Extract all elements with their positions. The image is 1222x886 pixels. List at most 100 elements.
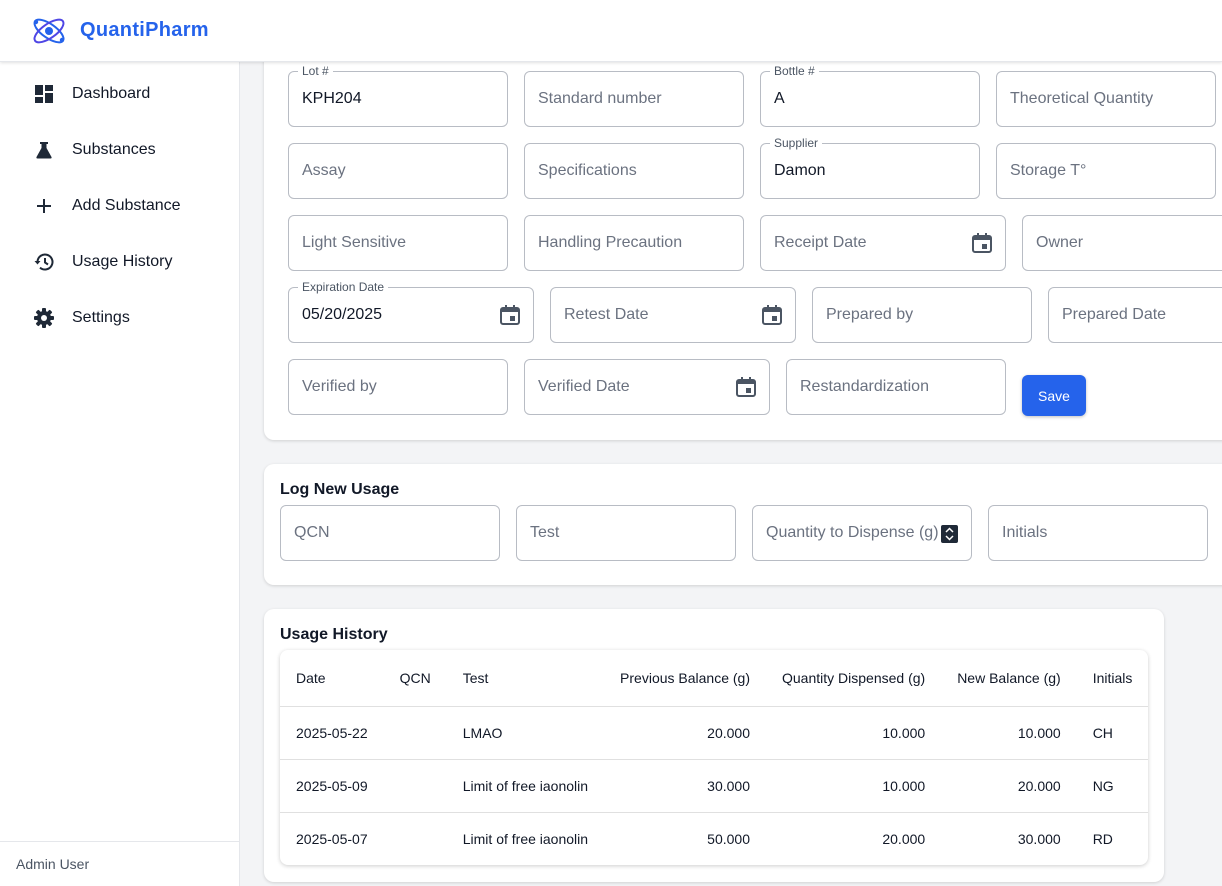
log-usage-title: Log New Usage [280, 481, 400, 498]
sidebar-item-substances[interactable]: Substances [0, 126, 239, 174]
field-placeholder: Prepared by [826, 306, 914, 323]
field-label: Supplier [770, 136, 823, 150]
table-row: 2025-05-22 LMAO 20.000 10.000 10.000 CH [280, 706, 1148, 760]
cell-new-balance: 10.000 [941, 706, 1077, 760]
current-user[interactable]: Admin User [0, 841, 239, 886]
standard-number-field[interactable]: Standard number [524, 71, 744, 127]
cell-quantity-dispensed: 20.000 [882, 830, 926, 847]
light-sensitive-field[interactable]: Light Sensitive [288, 215, 508, 271]
field-placeholder: Standard number [538, 90, 662, 107]
owner-field[interactable]: Owner [1022, 215, 1222, 271]
field-placeholder: Storage T° [1010, 162, 1087, 179]
number-stepper-icon[interactable] [941, 525, 958, 543]
app-name: QuantiPharm [80, 19, 209, 41]
sidebar-item-label: Dashboard [72, 85, 151, 102]
cell-date: 2025-05-09 [280, 759, 384, 813]
column-header-qcn[interactable]: QCN [383, 650, 447, 707]
table-row: 2025-05-09 Limit of free iaonolin 30.000… [280, 759, 1148, 813]
cell-initials: NG [1076, 759, 1148, 813]
cell-previous-balance: 20.000 [604, 706, 766, 760]
field-label: Lot # [298, 64, 333, 78]
cell-previous-balance: 30.000 [604, 759, 766, 813]
usage-history-title: Usage History [280, 626, 388, 643]
sidebar: Dashboard Substances Add Substance Usage… [0, 62, 240, 886]
field-placeholder: Restandardization [800, 378, 929, 395]
theoretical-quantity-field[interactable]: Theoretical Quantity [996, 71, 1216, 127]
sidebar-item-add-substance[interactable]: Add Substance [0, 182, 239, 230]
calendar-icon[interactable] [761, 304, 783, 326]
field-placeholder: Light Sensitive [302, 234, 407, 251]
field-value: 05/20/2025 [302, 306, 383, 323]
verified-date-field[interactable]: Verified Date [524, 359, 770, 415]
sidebar-item-label: Add Substance [72, 197, 181, 214]
cell-new-balance: 30.000 [1017, 830, 1061, 847]
field-placeholder: Test [530, 524, 560, 541]
field-label: Expiration Date [298, 280, 389, 294]
field-placeholder: Owner [1036, 234, 1084, 251]
prepared-by-field[interactable]: Prepared by [812, 287, 1032, 343]
table-header-row: Date QCN Test Previous Balance (g) Quant… [280, 650, 1148, 707]
flask-icon [32, 138, 56, 162]
cell-qcn [383, 706, 447, 760]
calendar-icon[interactable] [735, 376, 757, 398]
field-placeholder: Specifications [538, 162, 637, 179]
field-placeholder: Quantity to Dispense (g) [766, 524, 939, 541]
cell-date: 2025-05-22 [280, 706, 384, 760]
save-button[interactable]: Save [1022, 375, 1086, 416]
initials-input[interactable]: Initials [988, 505, 1208, 561]
cell-date: 2025-05-07 [296, 830, 368, 847]
field-value: Damon [774, 162, 826, 179]
receipt-date-field[interactable]: Receipt Date [760, 215, 1006, 271]
calendar-icon[interactable] [499, 304, 521, 326]
lot-number-field[interactable]: Lot # KPH204 [288, 64, 508, 127]
field-label: Bottle # [770, 64, 819, 78]
sidebar-item-label: Substances [72, 141, 156, 158]
specifications-field[interactable]: Specifications [524, 143, 744, 199]
cell-test: Limit of free iaonolin [462, 830, 589, 847]
field-placeholder: Verified by [302, 378, 377, 395]
field-placeholder: Assay [302, 162, 346, 179]
assay-field[interactable]: Assay [288, 143, 508, 199]
usage-history-table-container: Date QCN Test Previous Balance (g) Quant… [280, 650, 1148, 865]
sidebar-item-usage-history[interactable]: Usage History [0, 238, 239, 286]
field-placeholder: Prepared Date [1062, 306, 1167, 323]
test-input[interactable]: Test [516, 505, 736, 561]
expiration-date-field[interactable]: Expiration Date 05/20/2025 [288, 280, 534, 343]
verified-by-field[interactable]: Verified by [288, 359, 508, 415]
sidebar-item-label: Usage History [72, 253, 173, 270]
column-header-new-balance[interactable]: New Balance (g) [941, 650, 1077, 707]
top-bar: QuantiPharm [0, 0, 1222, 62]
column-header-test[interactable]: Test [446, 650, 605, 707]
cell-initials: CH [1076, 706, 1148, 760]
bottle-number-field[interactable]: Bottle # A [760, 64, 980, 127]
restandardization-field[interactable]: Restandardization [786, 359, 1006, 415]
field-value: KPH204 [302, 90, 362, 107]
field-placeholder: Handling Precaution [538, 234, 683, 251]
retest-date-field[interactable]: Retest Date [550, 287, 796, 343]
field-value: A [774, 90, 785, 107]
quantity-to-dispense-input[interactable]: Quantity to Dispense (g) [752, 505, 972, 561]
supplier-field[interactable]: Supplier Damon [760, 136, 980, 199]
column-header-initials[interactable]: Initials [1076, 650, 1148, 707]
usage-history-table: Date QCN Test Previous Balance (g) Quant… [280, 650, 1148, 865]
sidebar-item-settings[interactable]: Settings [0, 294, 239, 342]
prepared-date-field[interactable]: Prepared Date [1048, 287, 1222, 343]
qcn-input[interactable]: QCN [280, 505, 500, 561]
column-header-previous-balance[interactable]: Previous Balance (g) [604, 650, 766, 707]
handling-precaution-field[interactable]: Handling Precaution [524, 215, 744, 271]
field-placeholder: Initials [1002, 524, 1048, 541]
storage-temperature-field[interactable]: Storage T° [996, 143, 1216, 199]
sidebar-item-dashboard[interactable]: Dashboard [0, 70, 239, 118]
column-header-quantity-dispensed[interactable]: Quantity Dispensed (g) [766, 650, 942, 707]
cell-quantity-dispensed: 10.000 [766, 759, 942, 813]
cell-quantity-dispensed: 10.000 [766, 706, 942, 760]
dashboard-icon [32, 82, 56, 106]
column-header-date[interactable]: Date [280, 650, 384, 707]
cell-qcn [383, 759, 447, 813]
history-icon [32, 250, 56, 274]
table-row: 2025-05-07 Limit of free iaonolin 50.000… [280, 812, 1148, 865]
field-placeholder: QCN [294, 524, 330, 541]
brand[interactable]: QuantiPharm [0, 12, 209, 50]
calendar-icon[interactable] [971, 232, 993, 254]
atom-logo-icon [33, 18, 65, 43]
